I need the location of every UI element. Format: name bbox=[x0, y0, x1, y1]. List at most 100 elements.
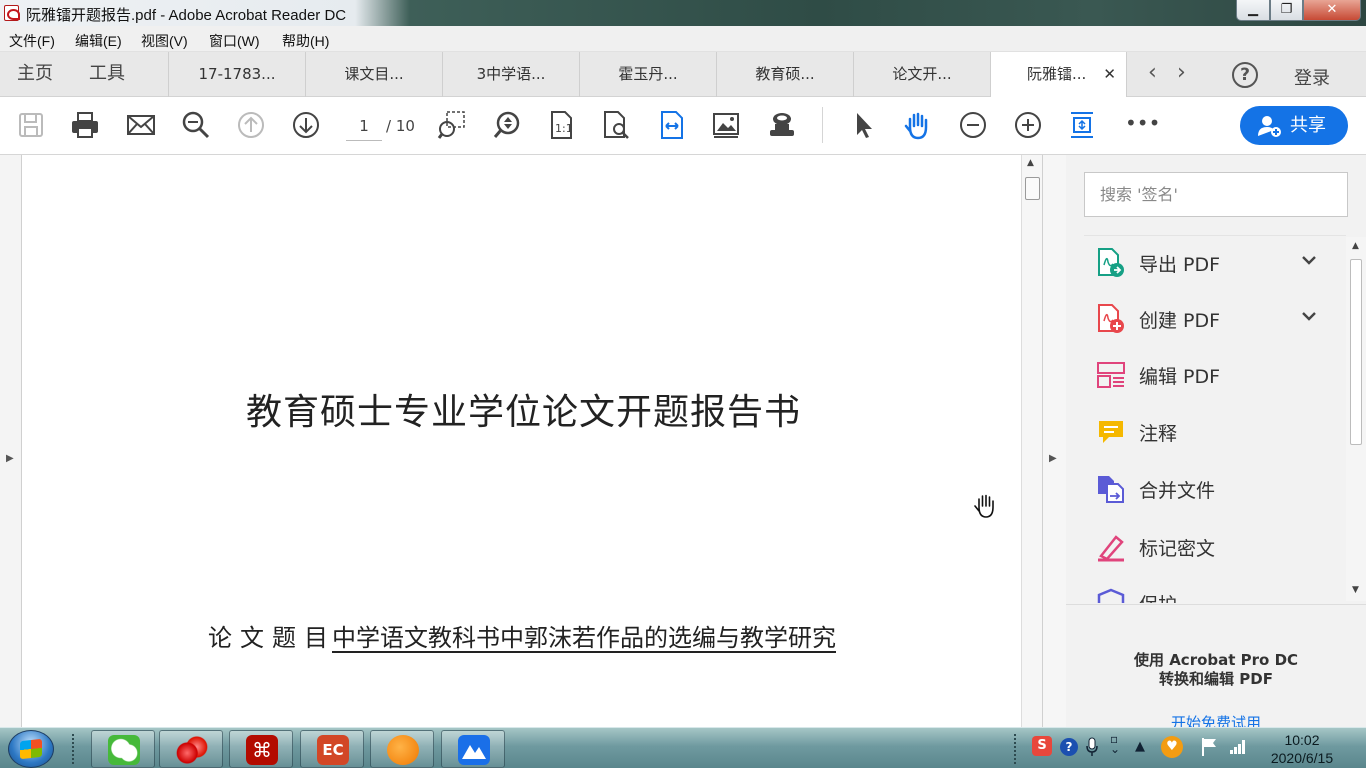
start-button[interactable] bbox=[8, 730, 54, 768]
document-tab[interactable]: 论文开... bbox=[853, 52, 990, 97]
taskbar-app-blue[interactable] bbox=[441, 730, 505, 768]
find-icon[interactable] bbox=[601, 110, 631, 140]
acrobat-app-icon bbox=[4, 5, 20, 21]
wechat-icon bbox=[108, 735, 140, 765]
help-circle-icon[interactable]: ? bbox=[1060, 738, 1078, 756]
clock-time: 10:02 bbox=[1284, 732, 1320, 748]
document-view[interactable]: 教育硕士专业学位论文开题报告书 论文题目 中学语文教科书中郭沫若作品的选编与教学… bbox=[22, 155, 1021, 727]
document-tab[interactable]: 3中学语... bbox=[442, 52, 579, 97]
tab-home[interactable]: 主页 bbox=[17, 52, 53, 97]
chevron-down-icon[interactable] bbox=[1299, 306, 1319, 326]
tool-comment[interactable]: 注释 bbox=[1084, 405, 1346, 461]
menu-view[interactable]: 视图(V) bbox=[141, 31, 188, 51]
tool-edit-pdf[interactable]: 编辑 PDF bbox=[1084, 348, 1346, 404]
redact-icon bbox=[1098, 535, 1124, 562]
tool-export-pdf[interactable]: 导出 PDF bbox=[1084, 236, 1346, 292]
crop-icon[interactable] bbox=[1067, 110, 1097, 140]
document-tab[interactable]: 17-1783... bbox=[168, 52, 305, 97]
tab-bar: 主页 工具 17-1783... 课文目... 3中学语... 霍玉丹... 教… bbox=[0, 52, 1366, 98]
taskbar-app-powerpoint[interactable]: EC bbox=[300, 730, 364, 768]
taskbar-app-red-balls[interactable] bbox=[159, 730, 223, 768]
menu-help[interactable]: 帮助(H) bbox=[282, 31, 329, 51]
fit-width-icon[interactable] bbox=[657, 110, 687, 140]
flag-icon[interactable] bbox=[1200, 737, 1218, 761]
taskbar-app-orange[interactable] bbox=[370, 730, 434, 768]
expand-left-pane-icon[interactable]: ▶ bbox=[6, 453, 14, 464]
zoom-in-icon[interactable] bbox=[1013, 110, 1043, 140]
scroll-down-icon[interactable]: ▼ bbox=[1352, 585, 1359, 595]
toolbar-divider bbox=[822, 107, 823, 143]
tab-scroll-right-icon[interactable]: › bbox=[1177, 62, 1186, 84]
print-icon[interactable] bbox=[70, 110, 100, 140]
document-heading: 教育硕士专业学位论文开题报告书 bbox=[246, 392, 802, 433]
protect-icon bbox=[1097, 588, 1125, 603]
scrollbar-thumb[interactable] bbox=[1350, 259, 1362, 445]
comment-icon bbox=[1099, 421, 1123, 443]
collapse-right-pane-icon[interactable]: ▶ bbox=[1049, 453, 1057, 464]
microphone-icon[interactable] bbox=[1085, 737, 1099, 761]
document-scrollbar[interactable]: ▲ bbox=[1021, 155, 1042, 727]
scrollbar-thumb[interactable] bbox=[1025, 177, 1040, 200]
minimize-button[interactable]: ▁ bbox=[1236, 0, 1270, 21]
promo-line-2: 转换和编辑 PDF bbox=[1159, 670, 1273, 688]
help-icon[interactable]: ? bbox=[1232, 62, 1258, 88]
tool-combine-files[interactable]: 合并文件 bbox=[1084, 462, 1346, 518]
tool-label: 创建 PDF bbox=[1139, 310, 1221, 332]
zoom-region-icon[interactable] bbox=[492, 110, 522, 140]
arrow-up-icon[interactable]: ▲ bbox=[1135, 739, 1145, 754]
close-tab-icon[interactable]: ✕ bbox=[1103, 52, 1116, 96]
keyboard-icon[interactable]: ▫ ⌄ bbox=[1110, 733, 1120, 755]
share-button[interactable]: 共享 bbox=[1240, 106, 1348, 145]
menu-bar: 文件(F) 编辑(E) 视图(V) 窗口(W) 帮助(H) bbox=[0, 26, 1366, 52]
document-tab-active[interactable]: 阮雅镭... ✕ bbox=[990, 52, 1127, 98]
combine-files-icon bbox=[1098, 476, 1124, 503]
chevron-down-icon[interactable] bbox=[1299, 250, 1319, 270]
tab-scroll-left-icon[interactable]: ‹ bbox=[1148, 62, 1157, 84]
actual-size-icon[interactable]: 1:1 bbox=[546, 110, 576, 140]
select-cursor-icon[interactable] bbox=[848, 110, 878, 140]
tools-scrollbar[interactable]: ▲ ▼ bbox=[1346, 237, 1366, 601]
sogou-icon[interactable]: S bbox=[1032, 736, 1052, 756]
signal-icon[interactable] bbox=[1229, 739, 1247, 759]
document-tab[interactable]: 霍玉丹... bbox=[579, 52, 716, 97]
marquee-zoom-icon[interactable] bbox=[437, 110, 467, 140]
edit-pdf-icon bbox=[1097, 362, 1125, 388]
menu-file[interactable]: 文件(F) bbox=[9, 31, 55, 51]
zoom-out-icon[interactable] bbox=[958, 110, 988, 140]
orange-icon bbox=[387, 735, 419, 765]
hand-tool-icon[interactable] bbox=[903, 110, 933, 140]
share-label: 共享 bbox=[1290, 115, 1326, 136]
close-window-button[interactable]: ✕ bbox=[1303, 0, 1361, 21]
login-button[interactable]: 登录 bbox=[1294, 64, 1330, 90]
document-tab[interactable]: 教育硕... bbox=[716, 52, 853, 97]
scroll-up-icon[interactable]: ▲ bbox=[1027, 158, 1034, 168]
clock-date: 2020/6/15 bbox=[1270, 750, 1334, 766]
tool-protect[interactable]: 保护 bbox=[1084, 576, 1346, 603]
save-icon[interactable] bbox=[16, 110, 46, 140]
shield-icon[interactable]: ♥ bbox=[1161, 736, 1183, 758]
stamp-icon[interactable] bbox=[767, 110, 797, 140]
topic-text: 中学语文教科书中郭沫若作品的选编与教学研究 bbox=[332, 624, 836, 652]
email-icon[interactable] bbox=[126, 110, 156, 140]
tab-tools[interactable]: 工具 bbox=[89, 52, 125, 97]
maximize-button[interactable]: ❐ bbox=[1270, 0, 1303, 21]
system-clock[interactable]: 10:02 2020/6/15 bbox=[1262, 731, 1342, 767]
menu-window[interactable]: 窗口(W) bbox=[209, 31, 260, 51]
create-pdf-icon bbox=[1098, 304, 1124, 333]
scroll-up-icon[interactable]: ▲ bbox=[1352, 241, 1359, 251]
document-tab[interactable]: 课文目... bbox=[305, 52, 442, 97]
tool-redact[interactable]: 标记密文 bbox=[1084, 520, 1346, 576]
next-page-icon[interactable] bbox=[291, 110, 321, 140]
tool-create-pdf[interactable]: 创建 PDF bbox=[1084, 292, 1346, 348]
more-tools-icon[interactable]: ••• bbox=[1125, 110, 1160, 140]
search-zoom-icon[interactable] bbox=[181, 110, 211, 140]
previous-page-icon[interactable] bbox=[236, 110, 266, 140]
tools-search-input[interactable]: 搜索 '签名' bbox=[1084, 172, 1348, 217]
taskbar-grip bbox=[72, 734, 76, 764]
topic-label: 论文题目 bbox=[208, 624, 336, 652]
menu-edit[interactable]: 编辑(E) bbox=[75, 31, 122, 51]
page-number-input[interactable]: 1 bbox=[346, 111, 382, 141]
taskbar-app-wechat[interactable] bbox=[91, 730, 155, 768]
image-icon[interactable] bbox=[711, 110, 741, 140]
taskbar-app-acrobat[interactable]: ⌘ bbox=[229, 730, 293, 768]
